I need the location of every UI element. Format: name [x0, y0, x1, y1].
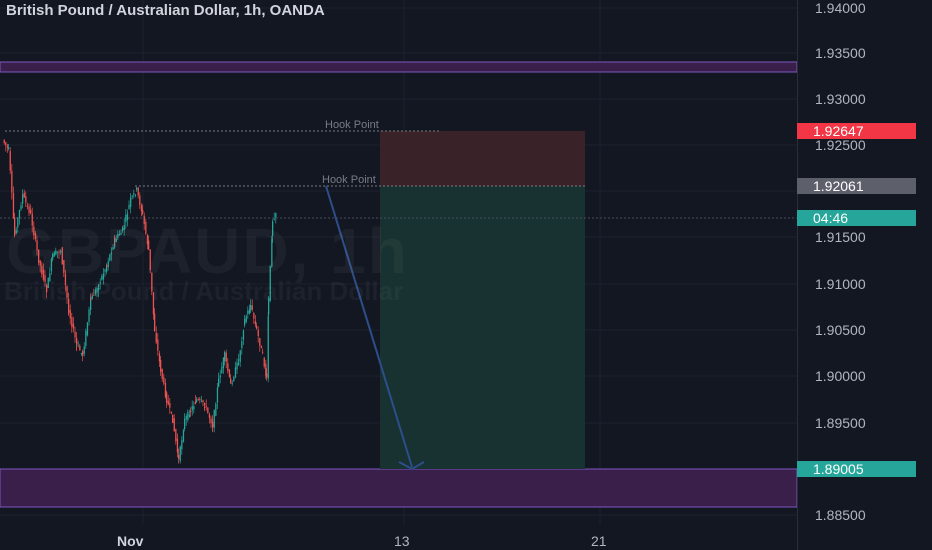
time-tick: 13 [394, 533, 410, 549]
entry-price-badge[interactable]: 1.92061 [797, 178, 916, 194]
time-tick: 21 [591, 533, 607, 549]
hook-point-upper-label[interactable]: Hook Point [325, 119, 379, 131]
stop-loss-zone[interactable] [380, 131, 585, 186]
price-tick: 1.88500 [815, 507, 866, 523]
target-price-badge[interactable]: 1.89005 [797, 461, 916, 477]
price-tick: 1.92500 [815, 137, 866, 153]
price-tick: 1.91000 [815, 276, 866, 292]
chart-pane[interactable]: GBPAUD, 1h British Pound / Australian Do… [0, 0, 932, 550]
stop-price-badge[interactable]: 1.92647 [797, 123, 916, 139]
price-tick: 1.90000 [815, 368, 866, 384]
price-tick: 1.93000 [815, 91, 866, 107]
price-tick: 1.91500 [815, 229, 866, 245]
price-tick: 1.89500 [815, 415, 866, 431]
chart-canvas[interactable] [0, 0, 932, 550]
symbol-title[interactable]: British Pound / Australian Dollar, 1h, O… [6, 2, 325, 19]
candlestick-series [3, 139, 277, 464]
demand-zone[interactable] [0, 468, 798, 508]
price-tick: 1.94000 [815, 0, 866, 16]
countdown-badge: 04:46 [797, 210, 916, 226]
hook-point-lower-label[interactable]: Hook Point [322, 174, 376, 186]
supply-zone[interactable] [0, 61, 798, 73]
price-tick: 1.93500 [815, 45, 866, 61]
take-profit-zone[interactable] [380, 186, 585, 469]
price-tick: 1.90500 [815, 322, 866, 338]
time-tick: Nov [117, 533, 144, 549]
